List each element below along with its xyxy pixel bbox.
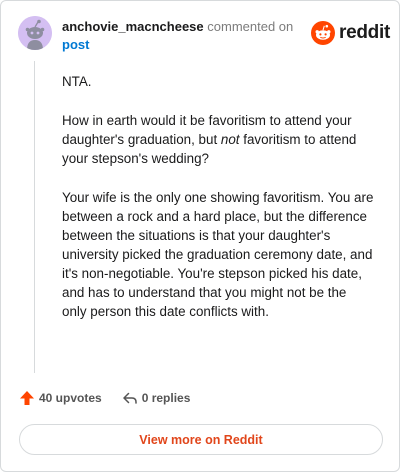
snoo-avatar-icon <box>18 16 52 50</box>
comment-paragraph-1: NTA. <box>62 74 92 89</box>
reddit-wordmark: reddit <box>339 22 390 43</box>
upvote-arrow-icon <box>20 391 34 405</box>
reply-button[interactable]: 0 replies <box>122 390 191 406</box>
thread-line <box>34 61 35 373</box>
comment-paragraph-2: How in earth would it be favoritism to a… <box>62 111 374 168</box>
avatar[interactable] <box>18 16 52 50</box>
commented-on-text: commented on <box>207 19 294 34</box>
comment-header: anchovie_macncheese commented on post <box>62 18 302 54</box>
upvote-button[interactable]: 40 upvotes <box>19 390 102 406</box>
username[interactable]: anchovie_macncheese <box>62 19 204 34</box>
reply-count: 0 replies <box>141 391 191 405</box>
upvote-count: 40 upvotes <box>39 391 102 405</box>
reddit-logo[interactable]: reddit <box>311 21 390 45</box>
embedded-comment-card: anchovie_macncheese commented on post re… <box>0 0 400 472</box>
post-link[interactable]: post <box>62 37 89 52</box>
comment-paragraph-3: Your wife is the only one showing favori… <box>62 190 374 319</box>
view-more-on-reddit-button[interactable]: View more on Reddit <box>19 424 383 455</box>
paragraph-2-emphasis: not <box>220 132 240 147</box>
comment-body: NTA. How in earth would it be favoritism… <box>62 72 374 341</box>
reply-arrow-icon <box>122 392 137 404</box>
comment-actions: 40 upvotes 0 replies <box>19 390 190 406</box>
reddit-snoo-icon <box>311 21 335 45</box>
